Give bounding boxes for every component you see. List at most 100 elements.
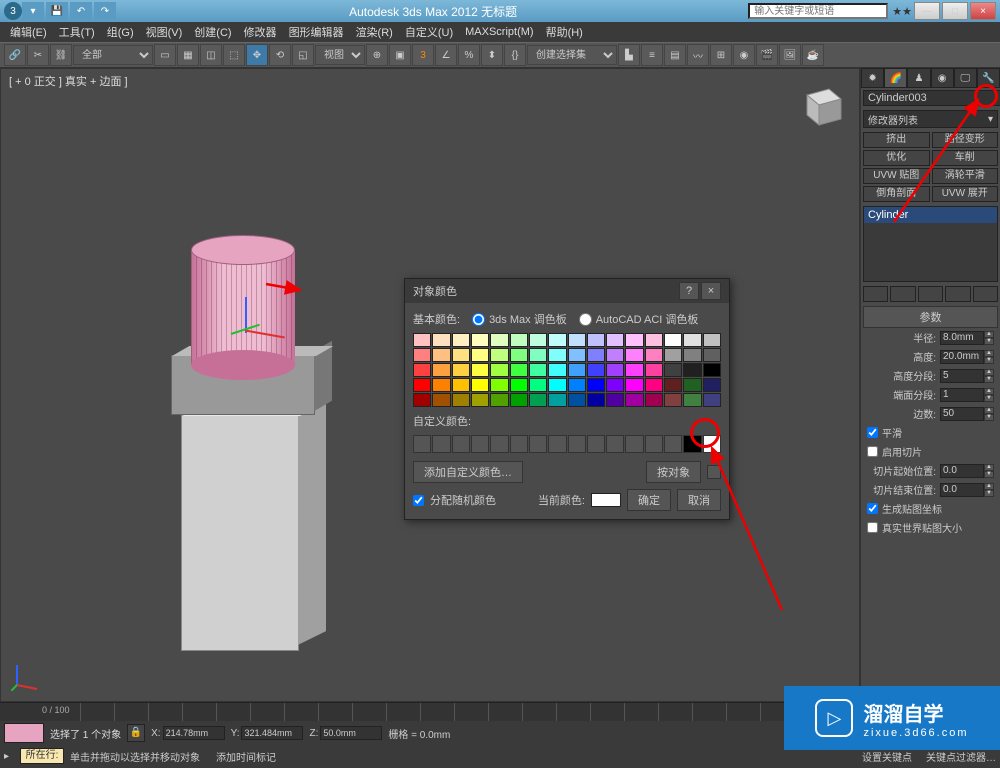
palette-swatch[interactable] — [703, 393, 721, 407]
stack-config-icon[interactable] — [973, 286, 998, 302]
palette-swatch[interactable] — [606, 348, 624, 362]
palette-swatch[interactable] — [452, 348, 470, 362]
palette-swatch[interactable] — [645, 333, 663, 347]
palette-swatch[interactable] — [664, 333, 682, 347]
menu-group[interactable]: 组(G) — [101, 24, 140, 40]
stack-pin-icon[interactable] — [863, 286, 888, 302]
palette-swatch[interactable] — [413, 363, 431, 377]
mod-btn-pathdeform[interactable]: 路径变形 — [932, 132, 999, 148]
palette-swatch[interactable] — [625, 363, 643, 377]
palette-swatch[interactable] — [645, 378, 663, 392]
palette-swatch[interactable] — [413, 378, 431, 392]
realworld-checkbox[interactable] — [867, 522, 878, 533]
palette-swatch[interactable] — [452, 393, 470, 407]
mod-btn-uvwmap[interactable]: UVW 贴图 — [863, 168, 930, 184]
palette-swatch[interactable] — [664, 348, 682, 362]
lock-selection-icon[interactable]: 🔒 — [127, 724, 145, 742]
palette-swatch[interactable] — [490, 363, 508, 377]
stack-show-icon[interactable] — [890, 286, 915, 302]
palette-swatch[interactable] — [625, 348, 643, 362]
custom-swatch[interactable] — [471, 435, 489, 453]
palette-swatch[interactable] — [529, 393, 547, 407]
palette-swatch[interactable] — [703, 333, 721, 347]
palette-swatch[interactable] — [587, 363, 605, 377]
coord-z-input[interactable] — [320, 726, 382, 740]
select-region-icon[interactable]: ◫ — [200, 44, 222, 66]
help-search-input[interactable] — [748, 3, 888, 19]
palette-swatch[interactable] — [529, 363, 547, 377]
spinner-snap-icon[interactable]: ⬍ — [481, 44, 503, 66]
palette-swatch[interactable] — [413, 348, 431, 362]
palette-swatch[interactable] — [452, 363, 470, 377]
tb-open-icon[interactable]: ▾ — [22, 2, 44, 20]
palette-swatch[interactable] — [471, 378, 489, 392]
named-set-select[interactable]: 创建选择集 — [527, 45, 617, 65]
tab-display-icon[interactable]: 🖵 — [954, 68, 977, 88]
palette-swatch[interactable] — [490, 378, 508, 392]
palette-swatch[interactable] — [413, 393, 431, 407]
custom-swatch[interactable] — [664, 435, 682, 453]
tab-hierarchy-icon[interactable]: ♟ — [907, 68, 930, 88]
palette-swatch[interactable] — [625, 333, 643, 347]
current-color-swatch[interactable] — [591, 493, 621, 507]
palette-swatch[interactable] — [432, 378, 450, 392]
genuv-checkbox[interactable] — [867, 503, 878, 514]
snap-icon[interactable]: 3 — [412, 44, 434, 66]
palette-swatch[interactable] — [645, 348, 663, 362]
menu-help[interactable]: 帮助(H) — [540, 24, 589, 40]
pivot-icon[interactable]: ⊕ — [366, 44, 388, 66]
rollout-params[interactable]: 参数 — [863, 306, 998, 328]
modifier-list-select[interactable]: 修改器列表 — [863, 110, 998, 128]
palette-swatch[interactable] — [471, 333, 489, 347]
tb-undo-icon[interactable]: ↶ — [70, 2, 92, 20]
radius-input[interactable] — [940, 331, 984, 345]
coord-y-input[interactable] — [241, 726, 303, 740]
palette-swatch[interactable] — [703, 363, 721, 377]
mod-btn-optimize[interactable]: 优化 — [863, 150, 930, 166]
radius-dn[interactable]: ▼ — [984, 338, 994, 345]
window-close-button[interactable]: × — [970, 2, 996, 20]
select-icon[interactable]: ▭ — [154, 44, 176, 66]
stack-unique-icon[interactable] — [918, 286, 943, 302]
palette-swatch[interactable] — [529, 333, 547, 347]
palette-swatch[interactable] — [568, 363, 586, 377]
menu-render[interactable]: 渲染(R) — [350, 24, 399, 40]
mod-btn-lathe[interactable]: 车削 — [932, 150, 999, 166]
view-cube-icon[interactable] — [795, 79, 849, 133]
help-rating-icon[interactable]: ★★ — [892, 5, 912, 18]
assign-random-checkbox[interactable] — [413, 495, 424, 506]
eyedropper-icon[interactable] — [707, 465, 721, 479]
palette-swatch[interactable] — [510, 348, 528, 362]
modifier-stack[interactable]: Cylinder — [863, 206, 998, 282]
stack-item-cylinder[interactable]: Cylinder — [864, 207, 997, 223]
stack-remove-icon[interactable] — [945, 286, 970, 302]
menu-maxscript[interactable]: MAXScript(M) — [459, 26, 539, 38]
custom-swatch[interactable] — [625, 435, 643, 453]
custom-swatch[interactable] — [645, 435, 663, 453]
sliceto-input[interactable] — [940, 483, 984, 497]
bind-icon[interactable]: ⛓ — [50, 44, 72, 66]
height-input[interactable] — [940, 350, 984, 364]
mod-btn-bevelprofile[interactable]: 倒角剖面 — [863, 186, 930, 202]
menu-modifiers[interactable]: 修改器 — [238, 24, 283, 40]
palette-swatch[interactable] — [664, 393, 682, 407]
link-icon[interactable]: 🔗 — [4, 44, 26, 66]
custom-swatch[interactable] — [452, 435, 470, 453]
palette-swatch[interactable] — [664, 378, 682, 392]
scale-icon[interactable]: ◱ — [292, 44, 314, 66]
cseg-input[interactable] — [940, 388, 984, 402]
sub-select-icon[interactable]: ▣ — [389, 44, 411, 66]
sides-input[interactable] — [940, 407, 984, 421]
palette-swatch[interactable] — [587, 348, 605, 362]
move-gizmo-icon[interactable] — [231, 297, 291, 357]
palette-swatch[interactable] — [548, 393, 566, 407]
render-setup-icon[interactable]: 🎬 — [756, 44, 778, 66]
palette-swatch[interactable] — [703, 348, 721, 362]
menu-create[interactable]: 创建(C) — [188, 24, 237, 40]
menu-edit[interactable]: 编辑(E) — [4, 24, 53, 40]
palette-swatch[interactable] — [683, 363, 701, 377]
palette-swatch[interactable] — [683, 393, 701, 407]
by-object-button[interactable]: 按对象 — [646, 461, 701, 483]
palette-swatch[interactable] — [683, 348, 701, 362]
custom-swatch[interactable] — [606, 435, 624, 453]
